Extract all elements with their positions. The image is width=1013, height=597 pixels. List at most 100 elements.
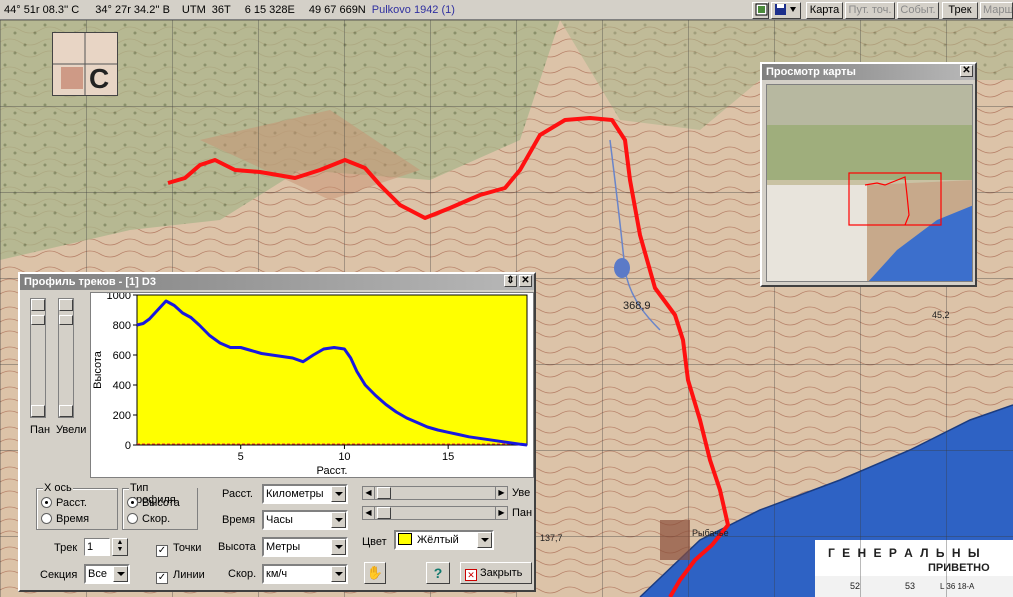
map-grid-label-2: 53 [905, 581, 916, 591]
time-unit-label: Время [222, 514, 256, 526]
profile-type-group: Тип профиля Высота Скор. [122, 482, 198, 530]
speed-unit-label: Скор. [228, 568, 257, 580]
profile-close-icon[interactable]: ✕ [519, 275, 532, 287]
help-icon: ? [433, 565, 443, 581]
pan-slider-right-arrow-icon[interactable]: ▶ [495, 507, 507, 519]
y-tick-label: 600 [113, 350, 131, 362]
section-select[interactable]: Все [84, 564, 130, 584]
y-tick-label: 200 [113, 410, 131, 422]
chart-plot-area [136, 294, 528, 446]
profile-type-height-radio[interactable]: Высота [127, 497, 180, 509]
color-dropdown-icon[interactable] [477, 532, 492, 548]
y-tick-label: 1000 [107, 293, 131, 302]
map-button[interactable]: Карта [806, 2, 843, 19]
map-sheet-code: L 36 18-А [940, 582, 975, 591]
profile-type-speed-radio[interactable]: Скор. [127, 513, 170, 525]
overview-title-bar[interactable]: Просмотр карты ✕ [762, 64, 975, 80]
profile-type-speed-radio-dot[interactable] [127, 513, 138, 524]
zoom-slider-right-arrow-icon[interactable]: ▶ [495, 487, 507, 499]
points-check-icon[interactable]: ✓ [156, 545, 168, 557]
track-number-input[interactable]: 1 [84, 538, 110, 556]
x-axis-dist-radio-dot[interactable] [41, 497, 52, 508]
dist-unit-select[interactable]: Километры [262, 484, 348, 504]
profile-title-bar[interactable]: Профиль треков - [1] D3 ⇕ ✕ [20, 274, 534, 290]
hand-tool-button[interactable]: ✋ [364, 562, 386, 584]
section-dropdown-icon[interactable] [113, 566, 128, 582]
pan-vertical-slider[interactable] [30, 298, 46, 418]
speed-unit-dropdown-icon[interactable] [331, 566, 346, 582]
zoom-vertical-slider[interactable] [58, 298, 74, 418]
status-bar: 44° 51r 08.3'' С 34° 27r 34.2'' В UTM 36… [0, 0, 1013, 20]
track-label: Трек [54, 542, 78, 554]
overview-title: Просмотр карты [766, 66, 856, 78]
x-axis-group-title: X ось [43, 482, 73, 494]
overview-map[interactable] [766, 84, 973, 282]
datum-readout: Pulkovo 1942 (1) [371, 3, 455, 16]
pan-down-arrow-icon[interactable] [31, 405, 45, 417]
close-button[interactable]: ✕ Закрыть [460, 562, 532, 584]
section-label: Секция [40, 569, 78, 581]
map-label-elev2: 45,2 [932, 310, 950, 320]
map-label-elev1: 137,7 [540, 533, 563, 543]
zoom-hslider-label: Уве [512, 487, 531, 499]
time-unit-value: Часы [266, 514, 293, 526]
x-axis-time-radio-dot[interactable] [41, 513, 52, 524]
hand-icon: ✋ [366, 565, 384, 580]
pan-hslider-label: Пан [512, 507, 533, 519]
lines-label: Линии [173, 569, 205, 581]
speed-unit-value: км/ч [266, 568, 288, 580]
northing-readout: 49 67 669N [308, 3, 366, 16]
pan-slider-left-arrow-icon[interactable]: ◀ [363, 507, 375, 519]
zoom-hslider-thumb[interactable] [377, 487, 391, 499]
pan-horizontal-slider[interactable]: ◀ ▶ [362, 506, 508, 520]
lines-checkbox[interactable]: ✓ Линии [156, 569, 205, 584]
track-button[interactable]: Трек [942, 2, 978, 19]
profile-type-height-radio-dot[interactable] [127, 497, 138, 508]
pan-slider-thumb[interactable] [31, 315, 45, 325]
y-tick-label: 400 [113, 380, 131, 392]
map-grid-label-1: 52 [850, 581, 861, 591]
color-select[interactable]: Жёлтый [394, 530, 494, 550]
color-value: Жёлтый [417, 534, 459, 546]
track-spinner[interactable]: ▲ ▼ [112, 538, 128, 556]
time-unit-select[interactable]: Часы [262, 510, 348, 530]
map-sheet-title: Г Е Н Е Р А Л Ь Н Ы [828, 546, 982, 560]
zoom-down-arrow-icon[interactable] [59, 405, 73, 417]
overview-close-icon[interactable]: ✕ [960, 65, 973, 77]
color-label: Цвет [362, 536, 387, 548]
dist-unit-dropdown-icon[interactable] [331, 486, 346, 502]
height-unit-select[interactable]: Метры [262, 537, 348, 557]
points-checkbox[interactable]: ✓ Точки [156, 542, 201, 557]
utm-label: UTM [181, 3, 206, 16]
zoom-horizontal-slider[interactable]: ◀ ▶ [362, 486, 508, 500]
speed-unit-select[interactable]: км/ч [262, 564, 348, 584]
x-axis-dist-label: Расст. [56, 497, 87, 509]
lines-check-icon[interactable]: ✓ [156, 572, 168, 584]
height-unit-dropdown-icon[interactable] [331, 539, 346, 555]
profile-restore-icon[interactable]: ⇕ [504, 275, 517, 287]
map-overview-window[interactable]: Просмотр карты ✕ [760, 62, 977, 287]
time-unit-dropdown-icon[interactable] [331, 512, 346, 528]
pan-hslider-thumb[interactable] [377, 507, 391, 519]
zoom-preview[interactable]: C [52, 32, 118, 96]
x-axis-time-radio[interactable]: Время [41, 513, 89, 525]
map-image-icon[interactable] [752, 2, 769, 19]
help-button[interactable]: ? [426, 562, 450, 584]
x-tick-label: 15 [442, 451, 454, 463]
pan-up-arrow-icon[interactable] [31, 299, 45, 311]
svg-text:C: C [89, 63, 109, 94]
latitude-readout: 44° 51r 08.3'' С [4, 3, 80, 16]
track-profile-window[interactable]: Профиль треков - [1] D3 ⇕ ✕ Пан Увели 0 2… [18, 272, 536, 592]
zoom-slider-left-arrow-icon[interactable]: ◀ [363, 487, 375, 499]
x-axis-title: Расст. [317, 465, 348, 477]
y-tick-label: 800 [113, 320, 131, 332]
events-button[interactable]: Событ. [897, 2, 939, 19]
x-axis-dist-radio[interactable]: Расст. [41, 497, 87, 509]
easting-readout: 6 15 328E [244, 3, 295, 16]
route-button[interactable]: Марш [980, 2, 1013, 19]
save-icon[interactable] [771, 2, 801, 19]
track-point-button[interactable]: Пут. точ. [845, 2, 895, 19]
zoom-slider-thumb[interactable] [59, 315, 73, 325]
points-label: Точки [173, 542, 202, 554]
zoom-up-arrow-icon[interactable] [59, 299, 73, 311]
